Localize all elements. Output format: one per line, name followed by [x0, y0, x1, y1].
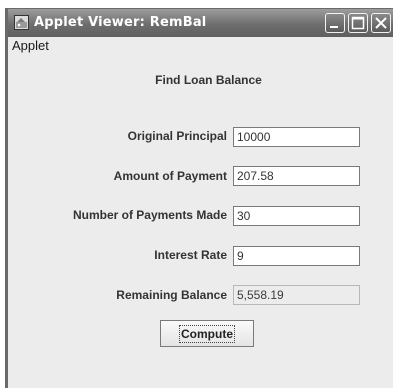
amount-of-payment-field[interactable]: [233, 166, 360, 186]
compute-button[interactable]: Compute: [160, 320, 254, 347]
remaining-balance-label: Remaining Balance: [116, 288, 227, 302]
title-bar[interactable]: Applet Viewer: RemBal: [8, 9, 393, 37]
form-heading: Find Loan Balance: [155, 73, 262, 87]
number-of-payments-label: Number of Payments Made: [72, 208, 227, 222]
maximize-icon: [351, 16, 365, 30]
original-principal-label: Original Principal: [127, 129, 227, 143]
interest-rate-label: Interest Rate: [154, 248, 227, 262]
menu-bar: Applet: [8, 37, 393, 55]
close-button[interactable]: [371, 13, 391, 33]
java-applet-icon[interactable]: [14, 15, 29, 30]
minimize-button[interactable]: [325, 13, 345, 33]
menu-item-applet[interactable]: Applet: [12, 38, 49, 53]
maximize-button[interactable]: [348, 13, 368, 33]
window-title: Applet Viewer: RemBal: [34, 15, 207, 30]
original-principal-field[interactable]: [233, 127, 360, 147]
applet-viewer-window: Applet Viewer: RemBal Applet Find Loan B…: [5, 8, 393, 388]
interest-rate-field[interactable]: [233, 246, 360, 266]
number-of-payments-field[interactable]: [233, 206, 360, 226]
applet-panel: Find Loan Balance Original Principal Amo…: [8, 55, 393, 388]
close-icon: [375, 17, 387, 29]
remaining-balance-field: [233, 285, 360, 305]
minimize-icon: [330, 26, 338, 28]
amount-of-payment-label: Amount of Payment: [113, 169, 227, 183]
compute-button-label: Compute: [179, 324, 235, 343]
